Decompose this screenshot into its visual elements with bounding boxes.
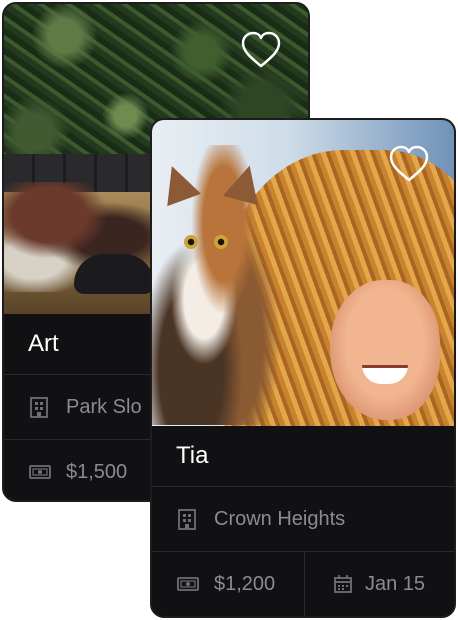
cat-eye <box>214 235 228 249</box>
money-icon <box>29 465 51 479</box>
listing-card-tia[interactable]: Tia Crown Heights $1,200 Jan 15 <box>150 118 456 618</box>
move-in-cell: Jan 15 <box>305 552 425 616</box>
favorite-heart-icon[interactable] <box>388 144 430 184</box>
move-in-date-label: Jan 15 <box>365 572 426 595</box>
neighborhood-label: Crown Heights <box>214 507 346 530</box>
cat-ear <box>154 159 202 207</box>
building-icon <box>178 509 196 530</box>
neighborhood-label: Park Slo <box>66 395 142 418</box>
price-cell: $1,200 <box>152 552 305 616</box>
building-icon <box>30 397 48 418</box>
price-label: $1,500 <box>66 460 128 483</box>
calendar-icon <box>334 575 352 593</box>
bag <box>74 254 154 294</box>
cat-eye <box>184 235 198 249</box>
price-label: $1,200 <box>214 572 276 595</box>
favorite-heart-icon[interactable] <box>240 30 282 70</box>
listing-info: Tia Crown Heights $1,200 Jan 15 <box>152 426 454 616</box>
listing-name: Tia <box>152 426 454 487</box>
price-cell: $1,500 <box>4 440 128 500</box>
money-icon <box>177 577 199 591</box>
cat <box>152 145 282 425</box>
details-row: $1,200 Jan 15 <box>152 552 454 616</box>
face <box>330 280 440 420</box>
cat-ear <box>222 160 268 206</box>
neighborhood-row: Crown Heights <box>152 487 454 552</box>
